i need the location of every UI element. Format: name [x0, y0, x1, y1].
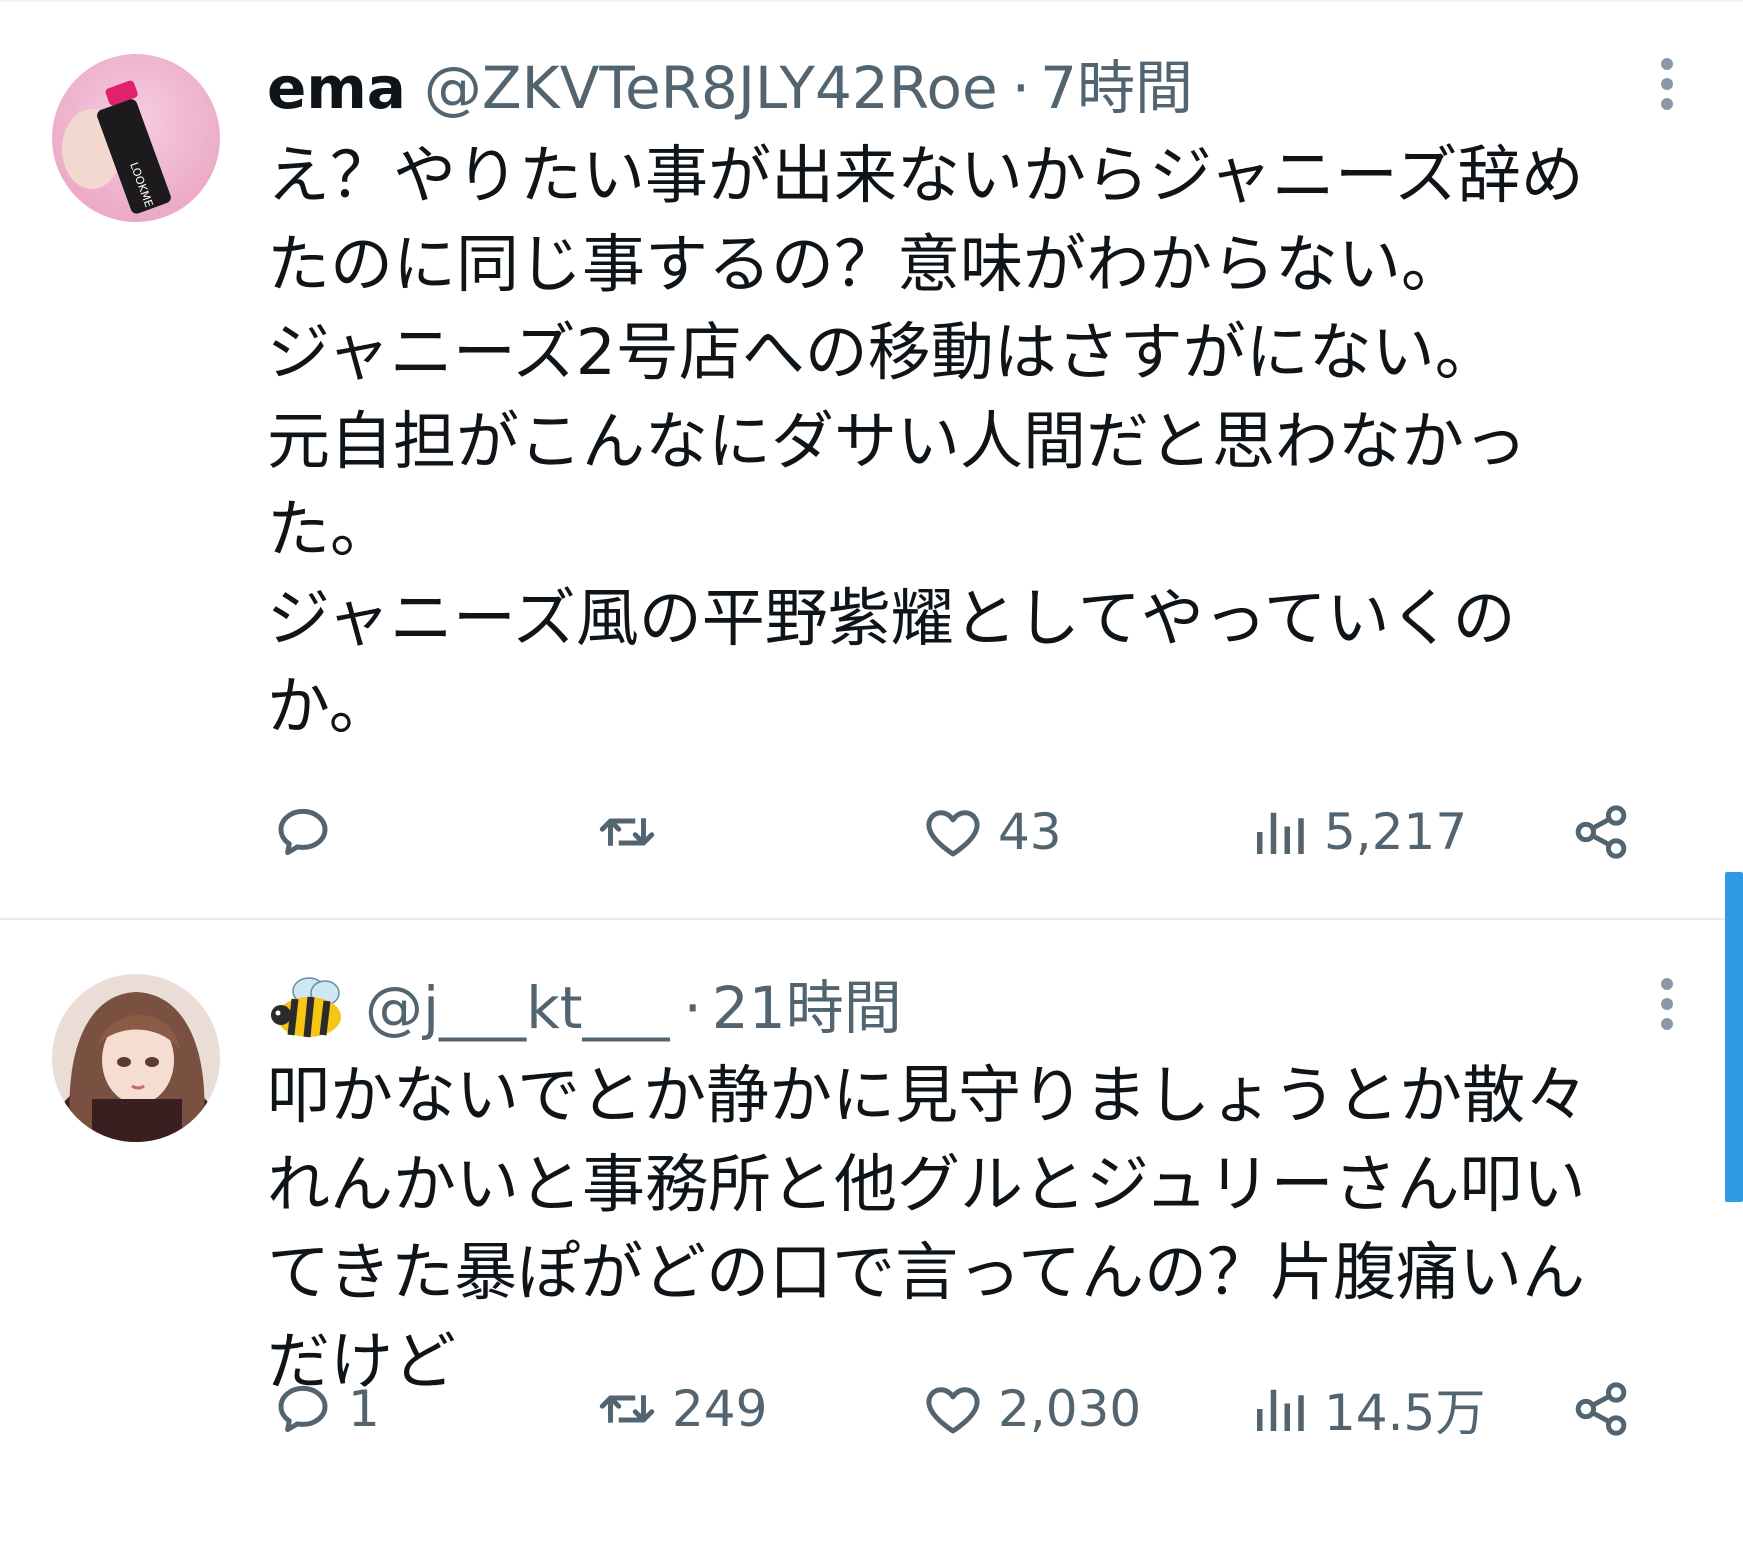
- view-count: 5,217: [1324, 803, 1468, 861]
- share-icon: [1575, 805, 1627, 859]
- tweet-text-line: たのに同じ事するの？意味がわからない。: [267, 227, 1464, 301]
- tweet-text-line: え？やりたい事が出来ないからジャニーズ辞め: [267, 139, 1584, 212]
- view-count: 14.5万: [1324, 1384, 1486, 1442]
- avatar[interactable]: LOOKME: [52, 54, 220, 222]
- action-bar: 1 249 2,030 14.5万: [0, 1369, 1743, 1449]
- separator-dot: ·: [683, 974, 702, 1042]
- tweet-text-line: 元自担がこんなにダサい人間だと思わなかっ: [267, 404, 1527, 478]
- share-icon: [1575, 1382, 1627, 1436]
- heart-icon: [926, 1387, 980, 1434]
- avatar[interactable]: [52, 974, 220, 1142]
- tweet[interactable]: @j___kt___ · 21時間 叩かないでとか静かに見守りましょうとか散々 …: [0, 920, 1743, 1561]
- retweet-count: 249: [672, 1380, 768, 1438]
- views-button[interactable]: 5,217: [1246, 792, 1467, 872]
- retweet-icon: [599, 1395, 655, 1423]
- action-bar: 43 5,217: [0, 792, 1743, 872]
- timestamp[interactable]: 7時間: [1040, 48, 1193, 128]
- reply-button[interactable]: [270, 792, 348, 872]
- views-icon: [1257, 812, 1304, 854]
- like-button[interactable]: 43: [920, 792, 1062, 872]
- user-handle[interactable]: @ZKVTeR8JLY42Roe: [424, 48, 998, 128]
- reply-icon: [278, 1385, 328, 1433]
- lipstick-avatar-image: LOOKME: [52, 54, 220, 222]
- anime-girl-avatar-image: [52, 974, 220, 1142]
- tweet-text-line: れんかいと事務所と他グルとジュリーさん叩い: [267, 1147, 1586, 1221]
- tweet-text-line: た。: [267, 493, 393, 566]
- user-handle[interactable]: @j___kt___: [365, 968, 669, 1048]
- reply-button[interactable]: 1: [270, 1369, 380, 1449]
- display-name[interactable]: ema: [267, 48, 406, 128]
- like-count: 2,030: [998, 1380, 1142, 1438]
- tweet-text: 叩かないでとか静かに見守りましょうとか散々 れんかいと事務所と他グルとジュリーさ…: [267, 1052, 1697, 1406]
- retweet-icon: [599, 818, 655, 846]
- like-count: 43: [998, 803, 1062, 861]
- tweet-text-line: か。: [267, 670, 392, 743]
- tweet-text-line: 叩かないでとか静かに見守りましょうとか散々: [267, 1059, 1589, 1132]
- reply-count: 1: [348, 1380, 380, 1438]
- scrollbar-thumb[interactable]: [1725, 872, 1743, 1202]
- retweet-button[interactable]: 249: [594, 1369, 767, 1449]
- more-vertical-icon[interactable]: [1655, 976, 1679, 1032]
- share-button[interactable]: [1568, 1369, 1634, 1449]
- tweet-text-line: ジャニーズ2号店への移動はさすがにない。: [267, 316, 1498, 389]
- tweet-text-line: てきた暴ぽがどの口で言ってんの？片腹痛いん: [267, 1236, 1585, 1309]
- views-button[interactable]: 14.5万: [1246, 1369, 1485, 1449]
- like-button[interactable]: 2,030: [920, 1369, 1141, 1449]
- bee-emoji-icon: [271, 977, 341, 1038]
- tweet[interactable]: LOOKME ema @ZKVTeR8JLY42Roe · 7時間 え？やりたい…: [0, 0, 1743, 918]
- views-icon: [1257, 1389, 1304, 1431]
- tweet-text-line: ジャニーズ風の平野紫耀としてやっていくの: [267, 581, 1516, 655]
- timestamp[interactable]: 21時間: [712, 968, 902, 1048]
- retweet-button[interactable]: [594, 792, 672, 872]
- tweet-header: @j___kt___ · 21時間: [267, 968, 902, 1048]
- share-button[interactable]: [1568, 792, 1634, 872]
- more-vertical-icon[interactable]: [1655, 56, 1679, 112]
- tweet-header: ema @ZKVTeR8JLY42Roe · 7時間: [267, 48, 1193, 128]
- tweet-text: え？やりたい事が出来ないからジャニーズ辞め たのに同じ事するの？意味がわからない…: [267, 132, 1697, 752]
- separator-dot: ·: [1011, 54, 1031, 122]
- heart-icon: [926, 810, 980, 857]
- reply-icon: [278, 808, 328, 856]
